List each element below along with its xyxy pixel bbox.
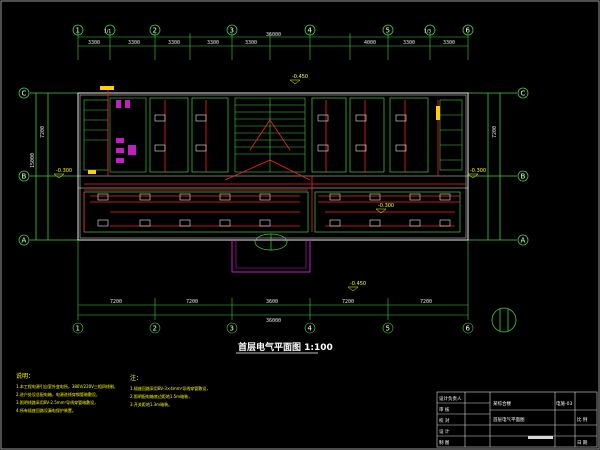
- level-mark: -0.450: [292, 74, 308, 80]
- notes-heading: 说明：: [16, 372, 34, 380]
- level-mark: -0.300: [56, 168, 72, 174]
- axis-label: 3: [230, 27, 234, 35]
- dim-text: 3300: [88, 40, 100, 46]
- wiring: [83, 90, 466, 232]
- dim-text: 3300: [128, 40, 140, 46]
- note-line: 2.照明配电箱底边距地1.5m暗装，: [130, 393, 192, 399]
- north-arrow: [491, 307, 517, 333]
- axis-label: 4: [308, 27, 313, 35]
- distribution-panels: [88, 86, 440, 174]
- axis-label: 1: [76, 325, 80, 333]
- axis-label: B: [521, 173, 526, 181]
- axis-label: 3: [230, 325, 234, 333]
- level-mark: -0.300: [378, 203, 394, 209]
- tb-drawing-no: 电施-03: [556, 400, 572, 407]
- note-line: 1.本工程电源引自室外变电所，380V/220V三相四线制，: [16, 383, 118, 389]
- axis-label: C: [22, 90, 27, 98]
- side-dim: 15000: [30, 153, 36, 168]
- dim-text: 7200: [110, 299, 122, 305]
- tb-row: 审 核: [439, 406, 450, 413]
- axis-label: A: [22, 237, 27, 245]
- axis-label: 1/5: [424, 29, 431, 35]
- tb-row: 设 计: [439, 428, 450, 435]
- axis-label: 6: [466, 325, 471, 333]
- level-mark: -0.450: [350, 281, 366, 287]
- note-line: 4.所有插座回路设漏电保护装置。: [16, 407, 76, 413]
- axis-label: 2: [153, 325, 157, 333]
- tb-scale: 比 例: [577, 416, 588, 423]
- axis-label: 5: [386, 27, 390, 35]
- toilet-fixtures: [116, 100, 136, 163]
- axis-label: 4: [308, 325, 313, 333]
- tb-row: 制 图: [439, 439, 450, 446]
- side-dim: 7200: [492, 126, 498, 138]
- tb-project: 某综合楼: [493, 400, 511, 407]
- note-line: 3.开关距地1.3m暗装。: [130, 401, 172, 407]
- tb-row: 校 对: [439, 417, 450, 424]
- axis-label: C: [521, 90, 526, 98]
- axis-label: B: [22, 173, 27, 181]
- level-mark: -0.300: [470, 168, 486, 174]
- axis-label: 1/1: [104, 29, 111, 35]
- notes-mid: 注： 1.插座回路采用BV-3×4mm²导线穿管敷设， 2.照明配电箱底边距地1…: [130, 374, 210, 407]
- level-mark-symbols: [53, 79, 479, 292]
- top-segment-dims: 3300 3300 3300 3300 3300 4000 3300 3300: [88, 40, 455, 46]
- dim-text: 3300: [403, 40, 415, 46]
- axis-label: 6: [466, 27, 471, 35]
- overall-dimension-top: 36000: [266, 32, 281, 38]
- stair: [234, 97, 306, 173]
- left-core: [83, 97, 147, 173]
- axis-label: 5: [386, 325, 390, 333]
- dim-text: 7200: [420, 299, 432, 305]
- note-line: 2.进户处设总配电箱，电源进线穿钢管暗敷设，: [16, 391, 100, 397]
- electrical-floor-plan: 36000 3300 3300 3300 3300 3300 4000 3300…: [0, 0, 600, 450]
- dim-text: 4000: [364, 40, 376, 46]
- light-fixtures: [97, 114, 451, 227]
- drawing-title: 首层电气平面图 1:100: [238, 341, 333, 353]
- side-axis-bubbles: [18, 87, 529, 246]
- right-core: [439, 99, 463, 171]
- dim-text: 3300: [207, 40, 219, 46]
- dim-text: 3300: [443, 40, 455, 46]
- dim-text: 7200: [186, 299, 198, 305]
- axis-label: A: [521, 237, 526, 245]
- tb-bar: [528, 436, 553, 439]
- notes-left: 说明： 1.本工程电源引自室外变电所，380V/220V三相四线制， 2.进户处…: [16, 372, 118, 413]
- dim-text: 3600: [266, 299, 278, 305]
- title-block-text: 设计负责人 审 核 校 对 设 计 制 图 某综合楼 首层电气平面图 电施-03…: [439, 395, 588, 446]
- tb-row: 设计负责人: [439, 395, 462, 402]
- note-line: 3.照明线路采用BV-2.5mm²导线穿管暗敷设，: [16, 399, 98, 405]
- notes-heading: 注：: [130, 374, 142, 382]
- axis-label: 2: [153, 27, 157, 35]
- dim-text: 3300: [168, 40, 180, 46]
- dim-text: 7200: [342, 299, 354, 305]
- overall-dimension-bottom: 36000: [266, 318, 281, 324]
- axis-label: 1: [76, 27, 80, 35]
- building-walls: [77, 92, 469, 241]
- tb-date: 日 期: [577, 440, 588, 446]
- dim-text: 3300: [245, 40, 257, 46]
- note-line: 1.插座回路采用BV-3×4mm²导线穿管敷设，: [130, 385, 210, 391]
- sheet-border: [0, 0, 600, 450]
- tb-sheet-name: 首层电气平面图: [493, 416, 525, 423]
- side-dim: 7200: [40, 126, 46, 138]
